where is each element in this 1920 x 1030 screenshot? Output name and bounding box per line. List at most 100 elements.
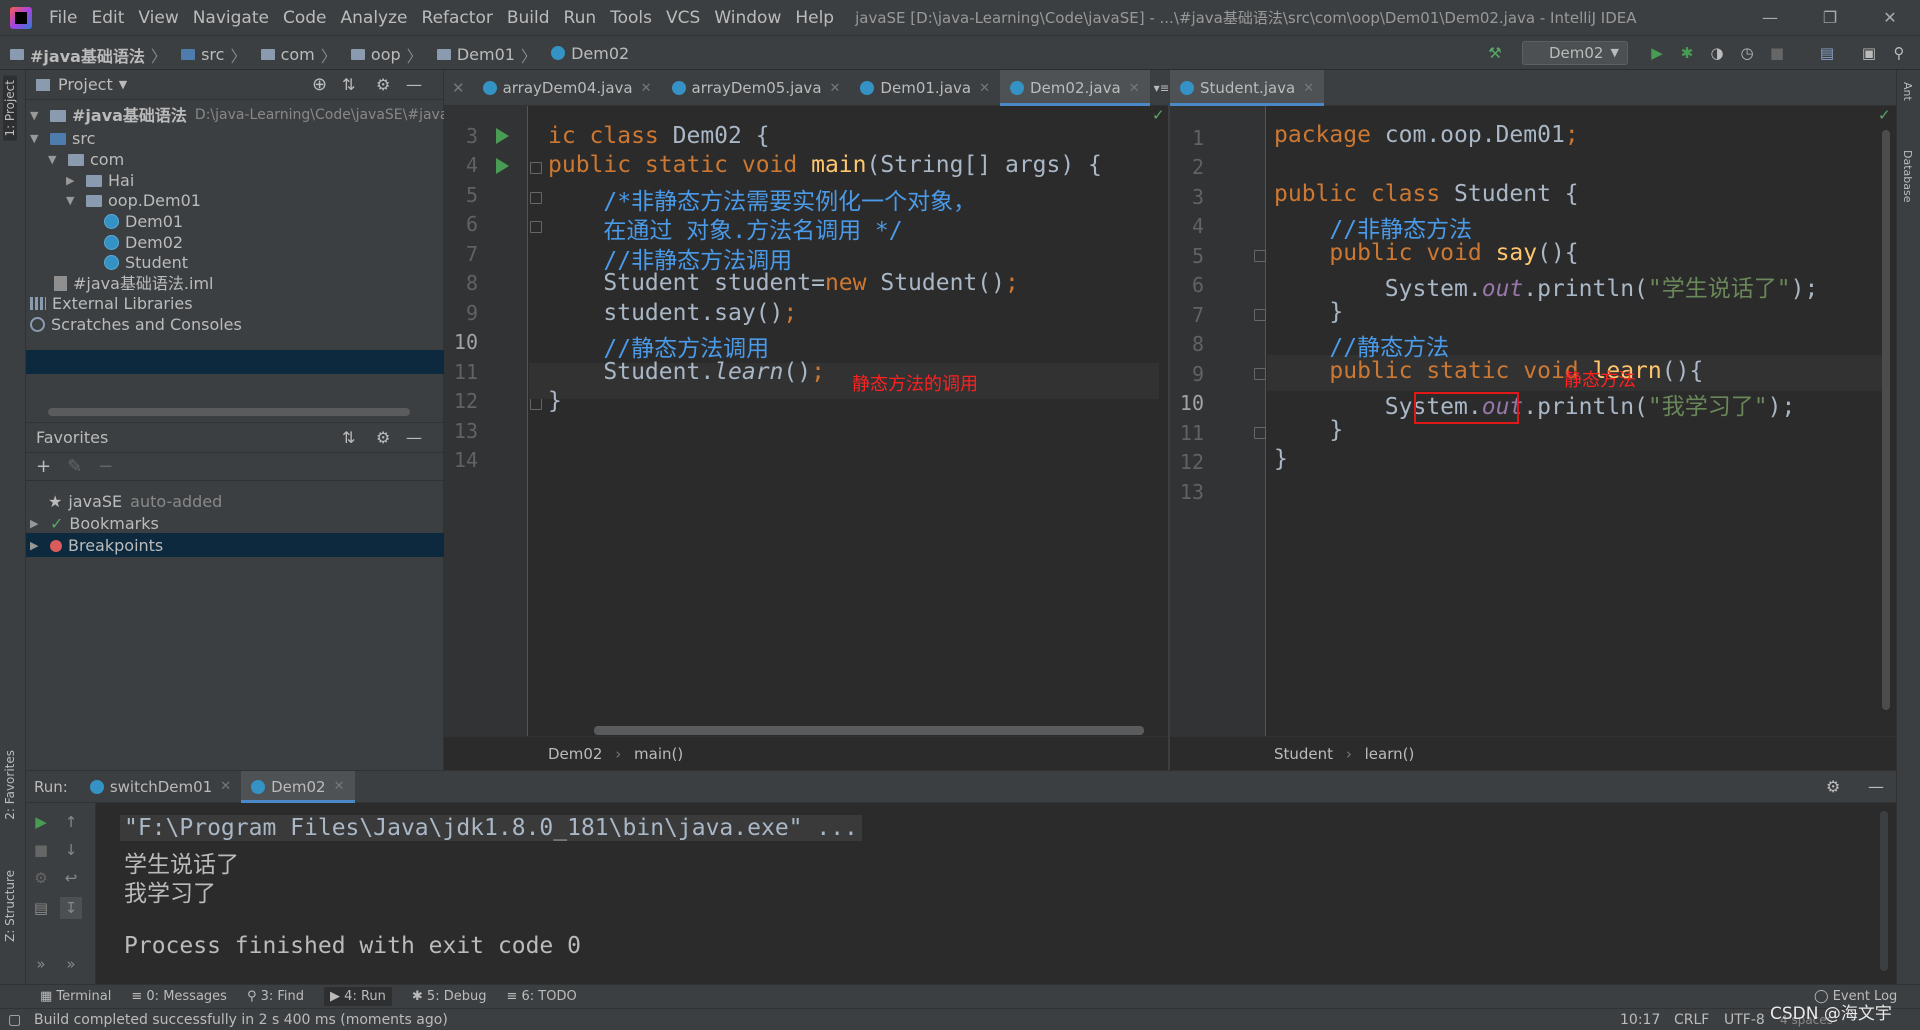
- code-line-4[interactable]: //非静态方法: [1274, 210, 1472, 244]
- close-tab-icon[interactable]: ✕: [641, 81, 652, 96]
- code-line-6[interactable]: System.out.println("学生说话了");: [1274, 269, 1819, 303]
- tab-dem02[interactable]: Dem02.java ✕: [1000, 70, 1150, 106]
- menu-view[interactable]: View: [131, 0, 185, 36]
- status-message[interactable]: Build completed successfully in 2 s 400 …: [34, 1009, 448, 1030]
- hide-icon[interactable]: —: [406, 428, 422, 447]
- crumb-com[interactable]: com 〉: [260, 38, 337, 72]
- close-tab-icon[interactable]: ✕: [830, 81, 841, 96]
- more-icon[interactable]: »: [60, 953, 82, 975]
- code-line-3[interactable]: public class Student {: [1274, 181, 1579, 207]
- breadcrumb-method[interactable]: learn(): [1365, 745, 1415, 763]
- tool-find[interactable]: ⚲ 3: Find: [247, 989, 304, 1004]
- add-icon[interactable]: +: [36, 456, 51, 477]
- tab-favorites[interactable]: 2: Favorites: [3, 750, 17, 820]
- locate-icon[interactable]: ⊕: [312, 74, 327, 95]
- down-arrow-icon[interactable]: ↓: [60, 839, 82, 861]
- code-line-12[interactable]: }: [548, 388, 562, 414]
- inspection-ok-icon[interactable]: ✓: [1878, 106, 1891, 124]
- hide-icon[interactable]: —: [406, 75, 422, 94]
- fold-icon[interactable]: [1254, 309, 1266, 321]
- code-line-12[interactable]: }: [1274, 446, 1288, 472]
- chevron-down-icon[interactable]: ▼: [119, 78, 127, 91]
- inspection-ok-icon[interactable]: ✓: [1152, 106, 1165, 124]
- layout-icon[interactable]: ▣: [1858, 42, 1880, 64]
- code-line-11[interactable]: Student.learn();: [548, 359, 825, 385]
- fold-icon[interactable]: [530, 398, 542, 410]
- close-tab-icon[interactable]: ✕: [220, 779, 231, 794]
- run-gutter-icon[interactable]: [496, 158, 509, 174]
- menu-vcs[interactable]: VCS: [659, 0, 707, 36]
- gear-icon[interactable]: ⚙: [1826, 777, 1840, 796]
- panel-title[interactable]: Project: [58, 75, 113, 94]
- fold-icon[interactable]: [1254, 250, 1266, 262]
- file-encoding[interactable]: UTF-8: [1724, 1009, 1765, 1030]
- minimize-icon[interactable]: —: [1740, 0, 1800, 36]
- menu-navigate[interactable]: Navigate: [186, 0, 276, 36]
- remove-icon[interactable]: −: [98, 456, 113, 477]
- gear-icon[interactable]: ⚙: [376, 428, 390, 447]
- tab-ant[interactable]: Ant: [1901, 82, 1914, 101]
- code-line-4[interactable]: public static void main(String[] args) {: [548, 152, 1102, 178]
- collapse-all-icon[interactable]: ⇅: [342, 75, 355, 94]
- project-structure-icon[interactable]: ▤: [1816, 42, 1838, 64]
- close-tab-icon[interactable]: ✕: [1303, 81, 1314, 96]
- code-line-8[interactable]: //静态方法: [1274, 328, 1449, 362]
- close-tab-icon[interactable]: ✕: [334, 779, 345, 794]
- menu-code[interactable]: Code: [276, 0, 334, 36]
- menu-refactor[interactable]: Refactor: [415, 0, 500, 36]
- code-line-1[interactable]: package com.oop.Dem01;: [1274, 122, 1579, 148]
- close-window-icon[interactable]: ✕: [1860, 0, 1920, 36]
- code-line-9[interactable]: public static void learn(){: [1274, 358, 1703, 384]
- crumb-dem01[interactable]: Dem01 〉: [436, 38, 537, 72]
- restore-icon[interactable]: ❐: [1800, 0, 1860, 36]
- code-line-7[interactable]: }: [1274, 299, 1343, 325]
- build-hammer-icon[interactable]: ⚒: [1484, 42, 1506, 64]
- right-editor-vertical-scrollbar[interactable]: [1882, 130, 1890, 710]
- scroll-to-end-icon[interactable]: ↧: [60, 897, 82, 919]
- run-icon[interactable]: ▶: [1646, 42, 1668, 64]
- tab-structure[interactable]: Z: Structure: [3, 870, 17, 942]
- fold-icon[interactable]: [530, 162, 542, 174]
- code-line-8[interactable]: Student student=new Student();: [548, 270, 1018, 296]
- caret-position[interactable]: 10:17: [1620, 1009, 1660, 1030]
- menu-file[interactable]: File: [42, 0, 84, 36]
- gear-icon[interactable]: ⚙: [376, 75, 390, 94]
- menu-help[interactable]: Help: [788, 0, 841, 36]
- status-icon[interactable]: ▢: [8, 1009, 21, 1030]
- tree-item-root[interactable]: ▼ #java基础语法 D:\java-Learning\Code\javaSE…: [30, 103, 476, 128]
- tool-debug[interactable]: ✱ 5: Debug: [412, 989, 487, 1004]
- tab-database[interactable]: Database: [1901, 150, 1914, 203]
- event-log-button[interactable]: ◯ Event Log: [1814, 989, 1897, 1004]
- code-line-6[interactable]: 在通过 对象.方法名调用 */: [548, 211, 902, 245]
- run-tab-switchdem01[interactable]: switchDem01 ✕: [80, 771, 241, 803]
- run-tab-dem02[interactable]: Dem02 ✕: [241, 770, 355, 803]
- tool-messages[interactable]: ≡ 0: Messages: [131, 989, 227, 1004]
- more-icon[interactable]: »: [30, 953, 52, 975]
- breadcrumb-class[interactable]: Student: [1274, 745, 1333, 763]
- collapse-all-icon[interactable]: ⇅: [342, 428, 355, 447]
- edit-icon[interactable]: ✎: [67, 456, 82, 477]
- soft-wrap-icon[interactable]: ↩: [60, 867, 82, 889]
- tool-terminal[interactable]: ▦ Terminal: [40, 989, 111, 1004]
- hide-icon[interactable]: —: [1868, 777, 1884, 796]
- line-separator[interactable]: CRLF: [1674, 1009, 1709, 1030]
- menu-edit[interactable]: Edit: [84, 0, 131, 36]
- menu-analyze[interactable]: Analyze: [334, 0, 415, 36]
- breadcrumb-method[interactable]: main(): [634, 745, 683, 763]
- console-vertical-scrollbar[interactable]: [1880, 811, 1888, 971]
- menu-run[interactable]: Run: [557, 0, 604, 36]
- rerun-icon[interactable]: ▶: [30, 811, 52, 833]
- tab-arraydem05[interactable]: arrayDem05.java ✕: [662, 70, 851, 106]
- tab-dem01[interactable]: Dem01.java ✕: [850, 70, 1000, 106]
- run-gutter-icon[interactable]: [496, 128, 509, 144]
- search-icon[interactable]: ⚲: [1888, 42, 1910, 64]
- fold-icon[interactable]: [530, 192, 542, 204]
- coverage-icon[interactable]: ◑: [1706, 42, 1728, 64]
- up-arrow-icon[interactable]: ↑: [60, 811, 82, 833]
- stop-icon[interactable]: ■: [30, 839, 52, 861]
- code-line-10[interactable]: System.out.println("我学习了");: [1274, 387, 1796, 421]
- tab-arraydem04[interactable]: arrayDem04.java ✕: [473, 70, 662, 106]
- menu-build[interactable]: Build: [500, 0, 557, 36]
- favorites-item-breakpoints[interactable]: ▶ Breakpoints: [30, 533, 163, 558]
- breadcrumb-class[interactable]: Dem02: [548, 745, 602, 763]
